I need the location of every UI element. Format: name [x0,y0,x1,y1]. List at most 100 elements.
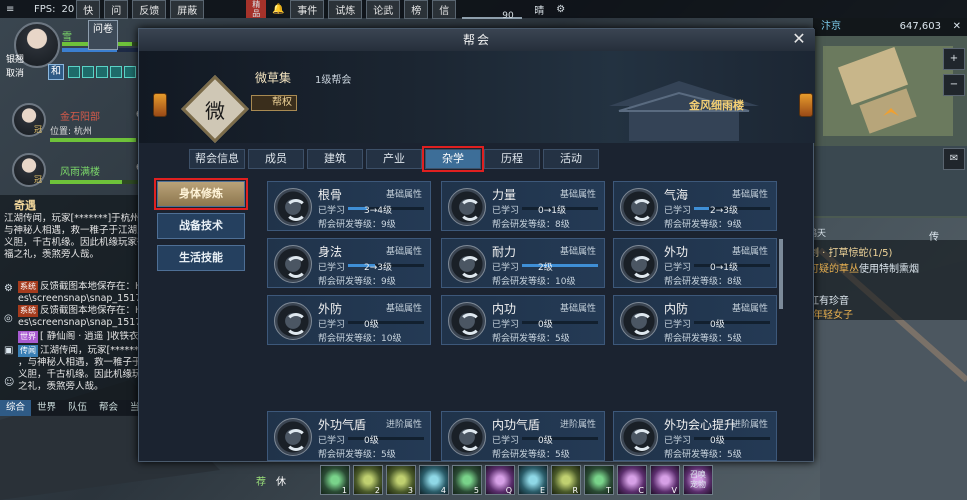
menu-icon[interactable]: ≡ [0,4,28,15]
skill-slot[interactable]: E [518,465,548,495]
skill-name: 外功气盾 [318,418,367,432]
close-icon[interactable]: ✕ [791,31,807,47]
guild-tabs: 帮会信息 成员 建筑 产业 杂学 历程 活动 [189,146,602,172]
skill-hotkey: V [671,486,677,495]
skill-card[interactable]: 气海 基础属性 已学习 2→3级 帮会研发等级：9级 [613,181,777,231]
skill-category-nav: 身体修炼 战备技术 生活技能 [154,178,248,277]
minimap[interactable]: 汴京 647,603 ✕ + − ✉ [813,18,967,218]
status-b[interactable]: 取消 [6,66,24,79]
chat-tabs: 综合 世界 队伍 帮会 当前 [0,400,155,416]
jingpin-badge[interactable]: 精 品 [246,0,267,18]
skill-card[interactable]: 耐力 基础属性 已学习 2级 帮会研发等级：10级 [441,238,605,288]
rest-label[interactable]: 休 [276,473,286,488]
bell-icon[interactable]: 🔔 [266,4,288,15]
learned-label: 已学习 [318,436,346,446]
skill-slot[interactable]: 4 [419,465,449,495]
chat-tab[interactable]: 帮会 [93,400,124,416]
party-name: 风雨满楼 [60,167,100,178]
feedback-button[interactable]: 反馈 [132,0,167,19]
chat-lock-icon[interactable]: ▣ [4,345,13,356]
duel-button[interactable]: 论武 [366,0,401,19]
skill-emblem-icon [448,302,486,340]
summon-pet-button[interactable]: 召唤 宠物 [683,465,713,495]
map-zoom-in-icon[interactable]: + [943,48,965,70]
skill-card[interactable]: 外防 基础属性 已学习 0级 帮会研发等级：10级 [267,295,431,345]
skill-progress-bar [522,264,598,267]
quest-tracker[interactable]: 太剑 · 打草惊蛇(1/5) 在可疑的草丛使用特制熏烟 谒鹄天 嫣红有珍音 年轻… [795,229,967,321]
tab-activities[interactable]: 活动 [543,149,599,169]
skill-card[interactable]: 外功气盾 进阶属性 已学习 0级 帮会研发等级：5级 [267,411,431,461]
skill-progress-bar [694,437,770,440]
skill-card[interactable]: 外功 基础属性 已学习 0→1级 帮会研发等级：8级 [613,238,777,288]
skill-level: 0→1级 [710,263,738,273]
skill-slot[interactable]: 2 [353,465,383,495]
gear-icon[interactable]: ⚙ [550,4,571,15]
fast-button[interactable]: 快 [76,0,101,19]
trial-button[interactable]: 试炼 [328,0,363,19]
skill-slot[interactable]: R [551,465,581,495]
scrollbar[interactable] [779,239,783,309]
skill-type: 基础属性 [731,247,768,257]
chat-emote-icon[interactable]: ☺ [4,377,14,388]
guild-name: 微草集 [255,71,292,85]
research-level: 帮会研发等级：9级 [664,220,742,230]
skill-card[interactable]: 身法 基础属性 已学习 2→3级 帮会研发等级：9级 [267,238,431,288]
skill-name: 力量 [492,188,517,202]
chat-settings-icon[interactable]: ⚙ [4,283,13,294]
skill-slot[interactable]: V [650,465,680,495]
party-name: 金石阳部 [60,112,100,123]
chat-tab[interactable]: 世界 [31,400,62,416]
tab-guild-info[interactable]: 帮会信息 [189,149,245,169]
skill-level: 3→4级 [364,206,392,216]
hide-button[interactable]: 屏蔽 [170,0,205,19]
party-badge: 冠 [34,175,42,184]
nav-life-skills[interactable]: 生活技能 [157,245,245,271]
learned-label: 已学习 [492,206,520,216]
guild-rights-button[interactable]: 帮权 [251,95,297,111]
skill-slot[interactable]: 5 [452,465,482,495]
skill-card[interactable]: 力量 基础属性 已学习 0→1级 帮会研发等级：8级 [441,181,605,231]
mail-button[interactable]: 信 [432,0,457,19]
skill-card[interactable]: 根骨 基础属性 已学习 3→4级 帮会研发等级：9级 [267,181,431,231]
skill-emblem-icon [274,245,312,283]
wenjuan-button[interactable]: 问卷 [88,20,118,50]
nav-body-training[interactable]: 身体修炼 [154,178,248,210]
skill-level: 2级 [538,263,553,273]
wen-button[interactable]: 问 [104,0,129,19]
rank-button[interactable]: 榜 [404,0,429,19]
skill-card[interactable]: 外功会心提升 进阶属性 已学习 0级 帮会研发等级：5级 [613,411,777,461]
guild-dialog: 帮会 ✕ 微 微草集 1级帮会 帮权 金风细雨楼 帮会信息 成员 建筑 产业 杂… [138,28,815,462]
map-mail-icon[interactable]: ✉ [943,148,965,170]
tab-history[interactable]: 历程 [484,149,540,169]
tab-industry[interactable]: 产业 [366,149,422,169]
skill-hotkey: E [539,486,545,495]
event-button[interactable]: 事件 [290,0,325,19]
building-name: 金风细雨楼 [689,99,744,112]
tab-members[interactable]: 成员 [248,149,304,169]
skill-slot[interactable]: 3 [386,465,416,495]
nav-combat-tech[interactable]: 战备技术 [157,213,245,239]
skill-slot[interactable]: Q [485,465,515,495]
quest-side-label[interactable]: 传 [929,228,939,243]
recommend-label[interactable]: 荐 [256,473,266,488]
chat-tab[interactable]: 队伍 [62,400,93,416]
tab-buildings[interactable]: 建筑 [307,149,363,169]
pk-mode-button[interactable]: 和 [48,64,64,80]
map-zoom-out-icon[interactable]: − [943,74,965,96]
skill-card[interactable]: 内功 基础属性 已学习 0级 帮会研发等级：5级 [441,295,605,345]
learned-label: 已学习 [664,206,692,216]
skill-emblem-icon [274,302,312,340]
quest-line[interactable]: 年轻女子 [813,306,853,321]
skill-slot[interactable]: 1 [320,465,350,495]
tab-misc-skills[interactable]: 杂学 [422,146,484,172]
chat-tab[interactable]: 综合 [0,400,31,416]
minimap-close-icon[interactable]: ✕ [953,18,961,36]
skill-slot[interactable]: C [617,465,647,495]
skill-slot[interactable]: T [584,465,614,495]
chat-sound-icon[interactable]: ◎ [4,313,13,324]
skill-name: 外功 [664,245,689,259]
skill-card[interactable]: 内防 基础属性 已学习 0级 帮会研发等级：5级 [613,295,777,345]
skill-progress-bar [348,321,424,324]
skill-card[interactable]: 内功气盾 进阶属性 已学习 0级 帮会研发等级：5级 [441,411,605,461]
research-level: 帮会研发等级：5级 [492,334,570,344]
